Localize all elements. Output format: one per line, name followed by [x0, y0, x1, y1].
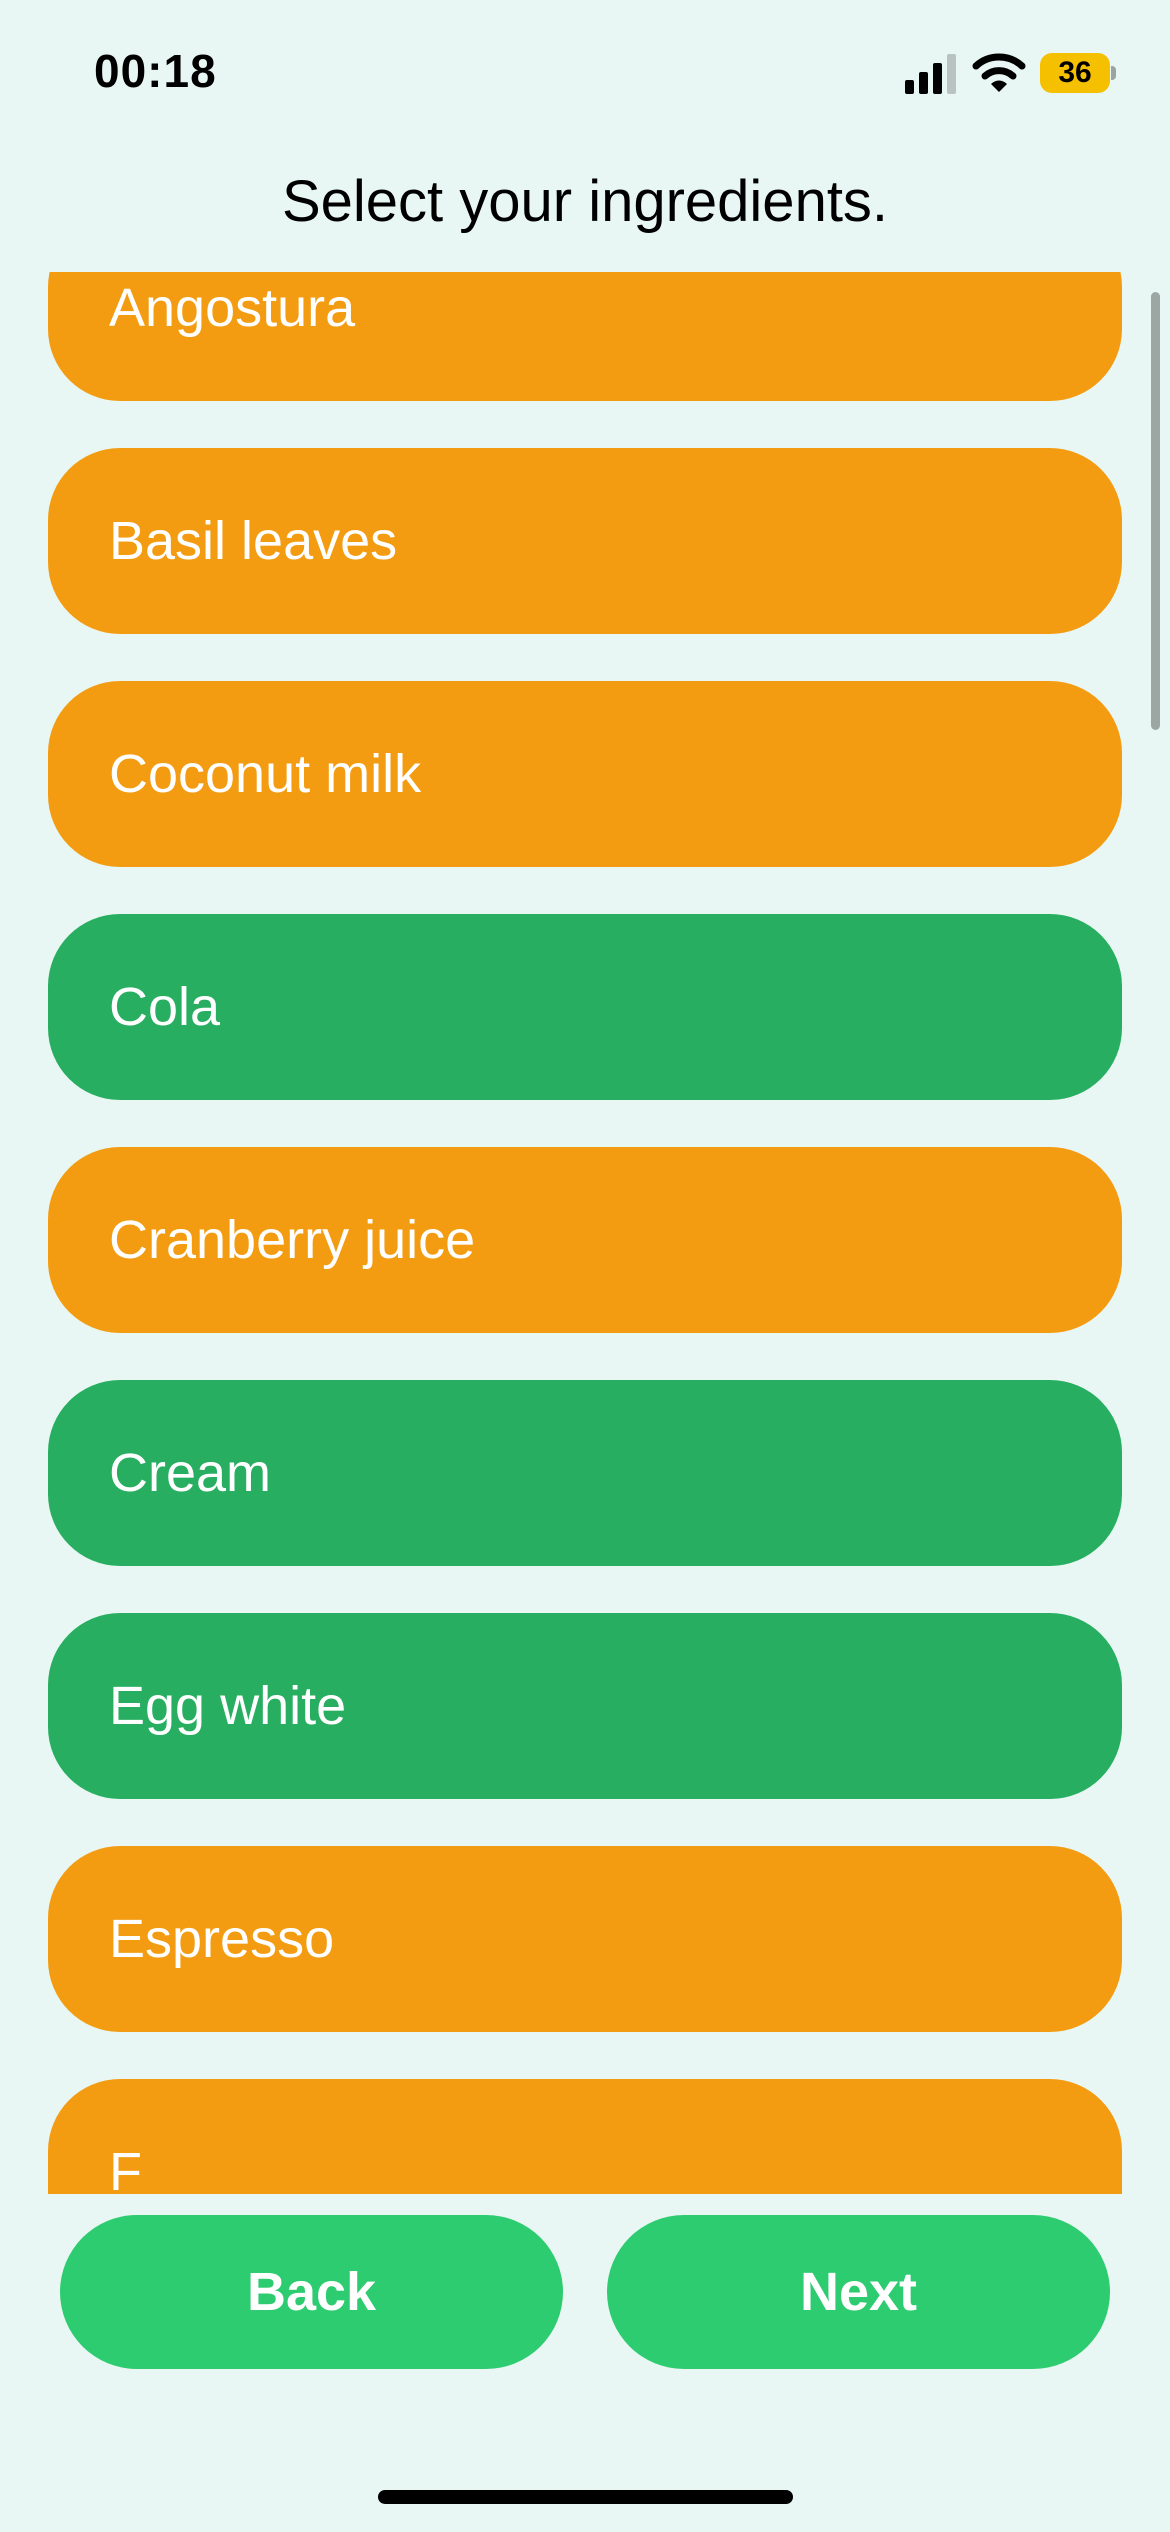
next-button[interactable]: Next [607, 2215, 1110, 2369]
back-button[interactable]: Back [60, 2215, 563, 2369]
battery-cap [1111, 66, 1116, 80]
ingredient-item[interactable]: Egg white [48, 1613, 1122, 1799]
ingredient-label: Basil leaves [109, 511, 398, 571]
signal-icon [905, 54, 956, 94]
page-title: Select your ingredients. [281, 169, 889, 234]
ingredient-label: Egg white [109, 1676, 347, 1736]
ingredient-item[interactable]: Cola [48, 914, 1122, 1100]
ingredient-list[interactable]: Angostura Basil leaves Coconut milk Cola Cra… [0, 272, 1170, 2194]
ingredient-label: Cola [109, 977, 221, 1037]
ingredient-item[interactable]: Basil leaves [48, 448, 1122, 634]
status-bar: 00:18 36 [0, 0, 1170, 150]
scrollbar[interactable] [1151, 292, 1160, 730]
ingredient-label: Cranberry juice [109, 1210, 476, 1270]
ingredient-item[interactable]: F [48, 2079, 1122, 2194]
ingredient-item[interactable]: Coconut milk [48, 681, 1122, 867]
ingredient-label: Cream [109, 1443, 272, 1503]
battery-level: 36 [1058, 56, 1092, 89]
home-indicator[interactable] [378, 2490, 793, 2504]
ingredient-item[interactable]: Espresso [48, 1846, 1122, 2032]
wifi-icon [972, 53, 1026, 92]
ingredient-item[interactable]: Angostura [48, 272, 1122, 401]
ingredient-label: Angostura [109, 278, 356, 338]
ingredient-item[interactable]: Cream [48, 1380, 1122, 1566]
ingredient-label: Coconut milk [109, 744, 422, 804]
ingredient-label: Espresso [109, 1909, 335, 1969]
ingredient-item[interactable]: Cranberry juice [48, 1147, 1122, 1333]
ingredient-label: F [109, 2142, 142, 2194]
battery-icon: 36 [1040, 53, 1110, 93]
status-time: 00:18 [94, 45, 217, 97]
